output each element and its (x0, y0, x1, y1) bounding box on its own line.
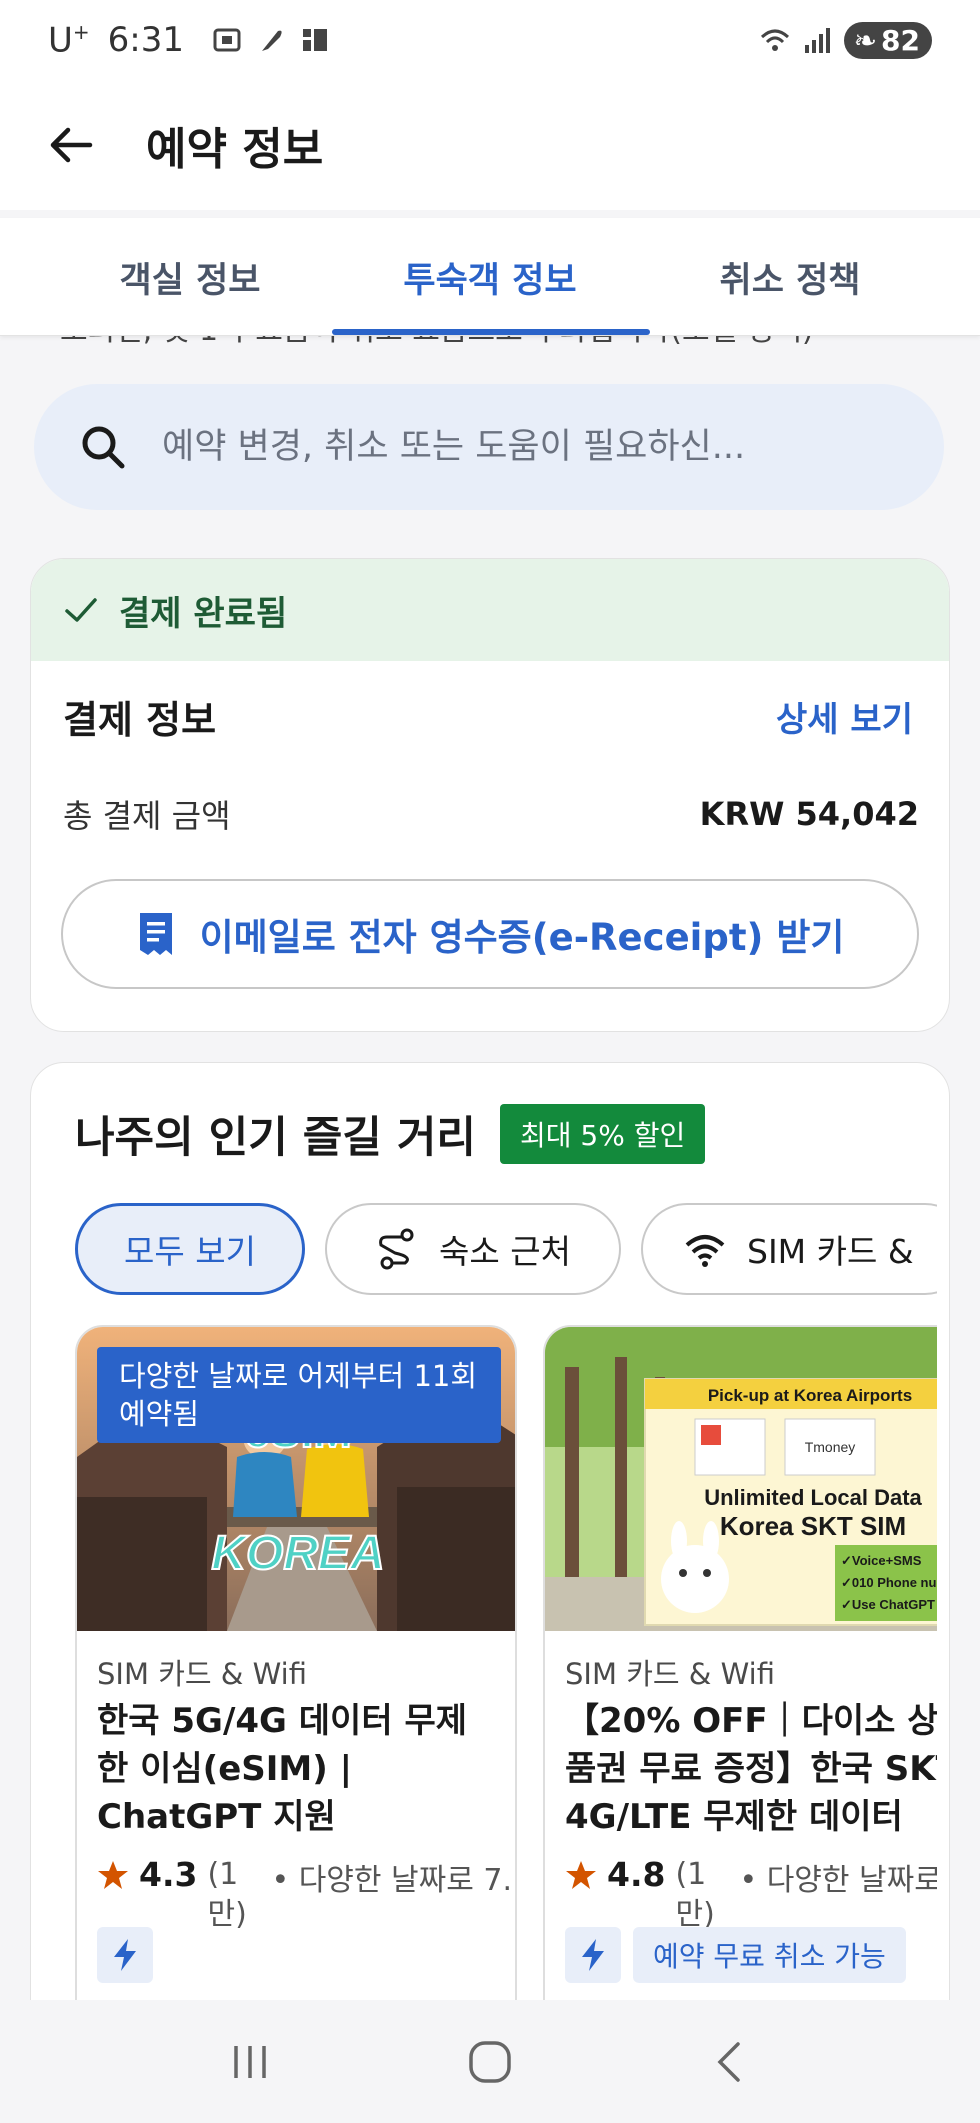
check-icon (65, 598, 97, 622)
app-grid-icon (303, 28, 328, 51)
receipt-icon (139, 913, 172, 955)
wifi-status-icon (760, 29, 789, 51)
booking-info-page: U+ 6:31 ❧ 82 예약 정보 조되면, 첫 1박 요금이 취소 요금으로 … (0, 0, 980, 2123)
battery-indicator: ❧ 82 (843, 21, 932, 59)
chatgpt-image-text: ✓Use ChatGPT (841, 1597, 935, 1612)
instant-confirm-tag (97, 1927, 153, 1983)
tab-cancel-policy[interactable]: 취소 정책 (640, 218, 940, 336)
phone-number-image-text: ✓010 Phone number (841, 1575, 937, 1590)
route-icon (379, 1228, 414, 1270)
chip-label: 숙소 근처 (439, 1232, 571, 1271)
voice-sms-image-text: ✓Voice+SMS (841, 1553, 922, 1568)
chip-view-all[interactable]: 모두 보기 (75, 1203, 305, 1295)
system-nav-bar (0, 2000, 980, 2123)
star-icon (566, 1861, 596, 1889)
payment-status-text: 결제 완료됨 (119, 593, 288, 634)
payment-card: 결제 완료됨 결제 정보 상세 보기 총 결제 금액 KRW 54,042 이메… (30, 558, 950, 1032)
clock: 6:31 (107, 19, 185, 60)
rating-extra: • 다양한 날짜로 7... (271, 1863, 517, 1898)
star-icon (98, 1861, 128, 1889)
chip-label: 모두 보기 (124, 1232, 256, 1271)
home-button[interactable] (460, 2032, 520, 2092)
rating-value: 4.8 (607, 1855, 666, 1894)
help-search-input[interactable] (162, 427, 882, 467)
recent-apps-button[interactable] (220, 2032, 280, 2092)
status-left: U+ 6:31 (48, 20, 330, 60)
product-tags: 예약 무료 취소 가능 (565, 1927, 906, 1983)
lightning-icon (114, 1939, 136, 1971)
signal-icon (804, 28, 830, 53)
back-arrow-icon[interactable] (46, 120, 96, 170)
page-title: 예약 정보 (146, 124, 324, 175)
recent-apps-icon (234, 2045, 266, 2078)
pickup-image-text: Pick-up at Korea Airports (708, 1386, 912, 1405)
chip-sim-wifi[interactable]: SIM 카드 & (641, 1203, 937, 1295)
active-tab-indicator (332, 329, 650, 335)
product-image-skt-sim: Pick-up at Korea Airports Tmoney Unlimit… (545, 1327, 937, 1631)
product-rating: 4.8 (1만) • 다양한 날짜로 (565, 1855, 937, 1935)
tmoney-image-text: Tmoney (805, 1439, 856, 1455)
carrier-label: U+ (48, 19, 90, 61)
instant-confirm-tag (565, 1927, 621, 1983)
product-title: 【20% OFF｜다이소 상품권 무료 증정】한국 SKT 4G/LTE 무제한… (565, 1701, 937, 1837)
screenshot-icon (213, 28, 241, 52)
product-category: SIM 카드 & Wifi (565, 1657, 775, 1691)
help-search-bar[interactable] (34, 384, 944, 510)
activities-card: 나주의 인기 즐길 거리 최대 5% 할인 모두 보기 숙소 근처 SIM 카드… (30, 1062, 950, 2123)
home-icon (469, 2040, 511, 2083)
tab-room-info[interactable]: 객실 정보 (40, 218, 340, 336)
app-header: 예약 정보 (0, 80, 980, 210)
product-tags (97, 1927, 153, 1983)
email-receipt-button[interactable]: 이메일로 전자 영수증(e-Receipt) 받기 (61, 879, 919, 989)
view-details-link[interactable]: 상세 보기 (776, 692, 913, 741)
rating-value: 4.3 (139, 1855, 198, 1894)
rating-count: (1만) (207, 1857, 247, 1932)
filter-chips: 모두 보기 숙소 근처 SIM 카드 & (75, 1203, 937, 1297)
total-amount-label: 총 결제 금액 (63, 797, 231, 835)
chip-label: SIM 카드 & (747, 1232, 914, 1271)
search-icon (82, 426, 125, 469)
product-title: 한국 5G/4G 데이터 무제한 이심(eSIM) | ChatGPT 지원 (97, 1701, 468, 1837)
free-cancel-tag: 예약 무료 취소 가능 (633, 1927, 906, 1983)
tab-guest-info[interactable]: 투숙객 정보 (330, 218, 650, 336)
booking-count-badge: 다양한 날짜로 어제부터 11회 예약됨 (97, 1347, 501, 1443)
back-button[interactable] (700, 2032, 760, 2092)
tab-bar: 객실 정보 투숙객 정보 취소 정책 (0, 218, 980, 336)
email-receipt-label: 이메일로 전자 영수증(e-Receipt) 받기 (199, 916, 845, 959)
discount-badge: 최대 5% 할인 (499, 1104, 706, 1164)
lightning-icon (582, 1939, 604, 1971)
product-category: SIM 카드 & Wifi (97, 1657, 307, 1691)
back-chevron-icon (717, 2041, 740, 2082)
leaf-icon: ❧ (853, 23, 878, 57)
feather-icon (262, 30, 282, 51)
rating-count: (1만) (675, 1857, 715, 1932)
total-amount-value: KRW 54,042 (699, 795, 919, 833)
product-image-esim: eSIM KOREA 다양한 날짜로 어제부터 11회 예약됨 (77, 1327, 515, 1631)
status-bar: U+ 6:31 ❧ 82 (0, 0, 980, 80)
payment-status-banner: 결제 완료됨 (31, 559, 949, 661)
chip-near-property[interactable]: 숙소 근처 (325, 1203, 621, 1295)
rating-extra: • 다양한 날짜로 (739, 1863, 937, 1898)
unlimited-image-text: Unlimited Local Data (704, 1485, 922, 1510)
activities-title: 나주의 인기 즐길 거리 (75, 1113, 476, 1163)
korea-image-text: KOREA (211, 1527, 384, 1580)
skt-sim-image-text: Korea SKT SIM (720, 1511, 906, 1541)
wifi-icon (685, 1235, 725, 1267)
product-rating: 4.3 (1만) • 다양한 날짜로 7... (97, 1855, 517, 1935)
payment-info-title: 결제 정보 (63, 698, 217, 742)
